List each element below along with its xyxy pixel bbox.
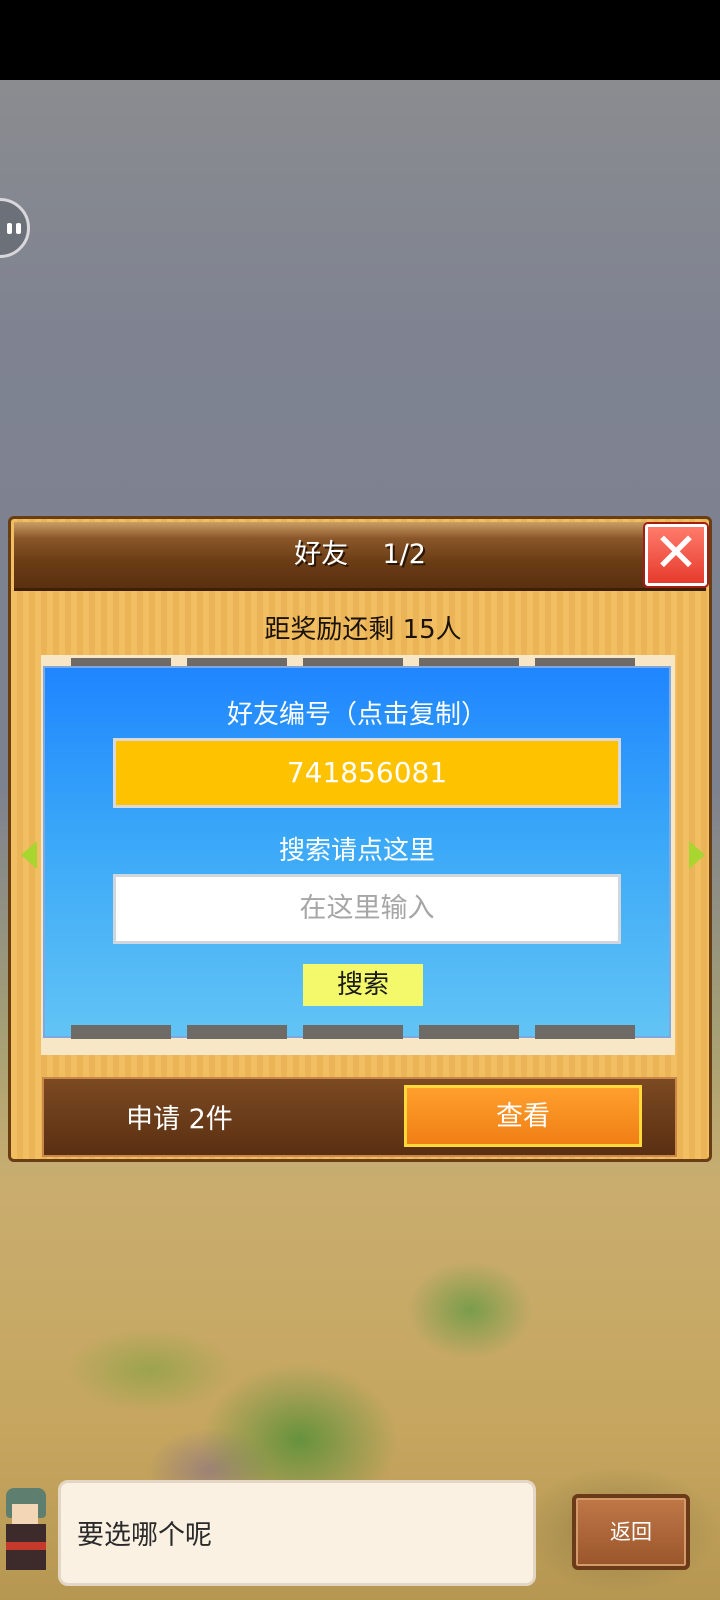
page-tab xyxy=(303,1025,403,1039)
page-tab xyxy=(71,1025,171,1039)
friend-id-copy-field[interactable]: 741856081 xyxy=(113,738,621,808)
friend-requests-bar: 申请 2件 查看 xyxy=(42,1077,677,1157)
back-button[interactable]: 返回 xyxy=(572,1494,690,1570)
friends-dialog: 好友 1/2 ✕ 距奖励还剩 15人 好友编号（点击复制） 741856081 … xyxy=(8,516,712,1162)
previous-page-arrow-icon[interactable] xyxy=(21,841,37,869)
view-requests-button[interactable]: 查看 xyxy=(404,1085,642,1147)
dialog-header: 好友 1/2 xyxy=(14,522,706,591)
speech-text: 要选哪个呢 xyxy=(77,1520,212,1551)
close-icon[interactable]: ✕ xyxy=(645,524,707,586)
search-label: 搜索请点这里 xyxy=(278,836,435,866)
page-tab xyxy=(535,1025,635,1039)
page-tab xyxy=(187,1025,287,1039)
search-input[interactable]: 在这里输入 xyxy=(113,874,621,944)
next-page-arrow-icon[interactable] xyxy=(689,841,705,869)
character-avatar xyxy=(0,1482,54,1582)
status-bar xyxy=(0,0,720,80)
friend-id-label: 好友编号（点击复制） xyxy=(226,700,487,730)
friend-id-panel: 好友编号（点击复制） 741856081 搜索请点这里 在这里输入 搜索 xyxy=(43,666,671,1038)
reward-remaining-text: 距奖励还剩 15人 xyxy=(264,615,462,645)
speech-box: 要选哪个呢 xyxy=(58,1480,536,1586)
page-tab xyxy=(419,1025,519,1039)
dialog-title: 好友 1/2 xyxy=(294,539,426,570)
search-button[interactable]: 搜索 xyxy=(303,964,423,1006)
request-count-text: 申请 2件 xyxy=(126,1104,233,1135)
